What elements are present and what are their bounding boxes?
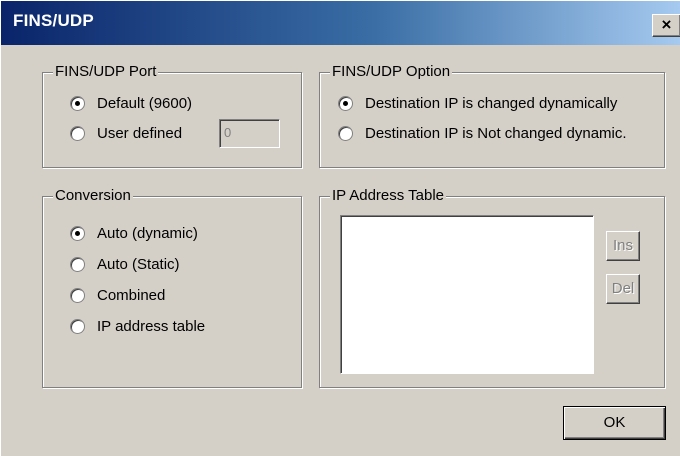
port-user-defined-radio-button[interactable] xyxy=(70,126,85,141)
fins-udp-option-group: FINS/UDP Option Destination IP is change… xyxy=(319,63,665,168)
conversion-auto-static-radio-button[interactable] xyxy=(70,257,85,272)
port-user-defined-radio[interactable]: User defined xyxy=(70,124,230,144)
conversion-auto-static-label: Auto (Static) xyxy=(97,256,180,273)
conversion-group: Conversion Auto (dynamic) Auto (Static) … xyxy=(42,187,302,388)
fins-udp-port-legend: FINS/UDP Port xyxy=(53,63,159,81)
conversion-auto-dynamic-radio[interactable]: Auto (dynamic) xyxy=(70,224,270,244)
conversion-auto-static-radio[interactable]: Auto (Static) xyxy=(70,255,270,275)
close-button[interactable]: × xyxy=(652,14,680,37)
window-title: FINS/UDP xyxy=(13,11,94,30)
option-not-dynamic-radio[interactable]: Destination IP is Not changed dynamic. xyxy=(338,124,658,144)
option-not-dynamic-radio-button[interactable] xyxy=(338,126,353,141)
fins-udp-dialog: FINS/UDP × FINS/UDP Port Default (9600) … xyxy=(0,0,680,456)
option-dynamic-label: Destination IP is changed dynamically xyxy=(365,95,618,112)
conversion-ip-table-label: IP address table xyxy=(97,318,206,335)
port-default-label: Default (9600) xyxy=(97,95,193,112)
option-dynamic-radio-button[interactable] xyxy=(338,96,353,111)
port-default-radio[interactable]: Default (9600) xyxy=(70,94,270,114)
delete-button[interactable]: Del xyxy=(606,274,640,304)
ip-address-table-list[interactable] xyxy=(340,215,594,374)
option-not-dynamic-label: Destination IP is Not changed dynamic. xyxy=(365,125,627,142)
close-icon: × xyxy=(661,15,672,34)
conversion-combined-label: Combined xyxy=(97,287,166,304)
title-bar[interactable]: FINS/UDP × xyxy=(1,1,680,45)
fins-udp-port-group: FINS/UDP Port Default (9600) User define… xyxy=(42,63,302,168)
ip-address-table-legend: IP Address Table xyxy=(330,187,447,205)
conversion-auto-dynamic-radio-button[interactable] xyxy=(70,226,85,241)
conversion-combined-radio-button[interactable] xyxy=(70,288,85,303)
conversion-ip-table-radio[interactable]: IP address table xyxy=(70,317,270,337)
fins-udp-option-legend: FINS/UDP Option xyxy=(330,63,453,81)
port-user-defined-label: User defined xyxy=(97,125,183,142)
insert-button[interactable]: Ins xyxy=(606,231,640,261)
option-dynamic-radio[interactable]: Destination IP is changed dynamically xyxy=(338,94,658,114)
ip-address-table-group: IP Address Table Ins Del xyxy=(319,187,665,388)
ok-button[interactable]: OK xyxy=(563,406,666,440)
port-default-radio-button[interactable] xyxy=(70,96,85,111)
conversion-legend: Conversion xyxy=(53,187,133,205)
conversion-auto-dynamic-label: Auto (dynamic) xyxy=(97,225,198,242)
conversion-combined-radio[interactable]: Combined xyxy=(70,286,270,306)
conversion-ip-table-radio-button[interactable] xyxy=(70,319,85,334)
port-number-field[interactable]: 0 xyxy=(219,119,280,148)
